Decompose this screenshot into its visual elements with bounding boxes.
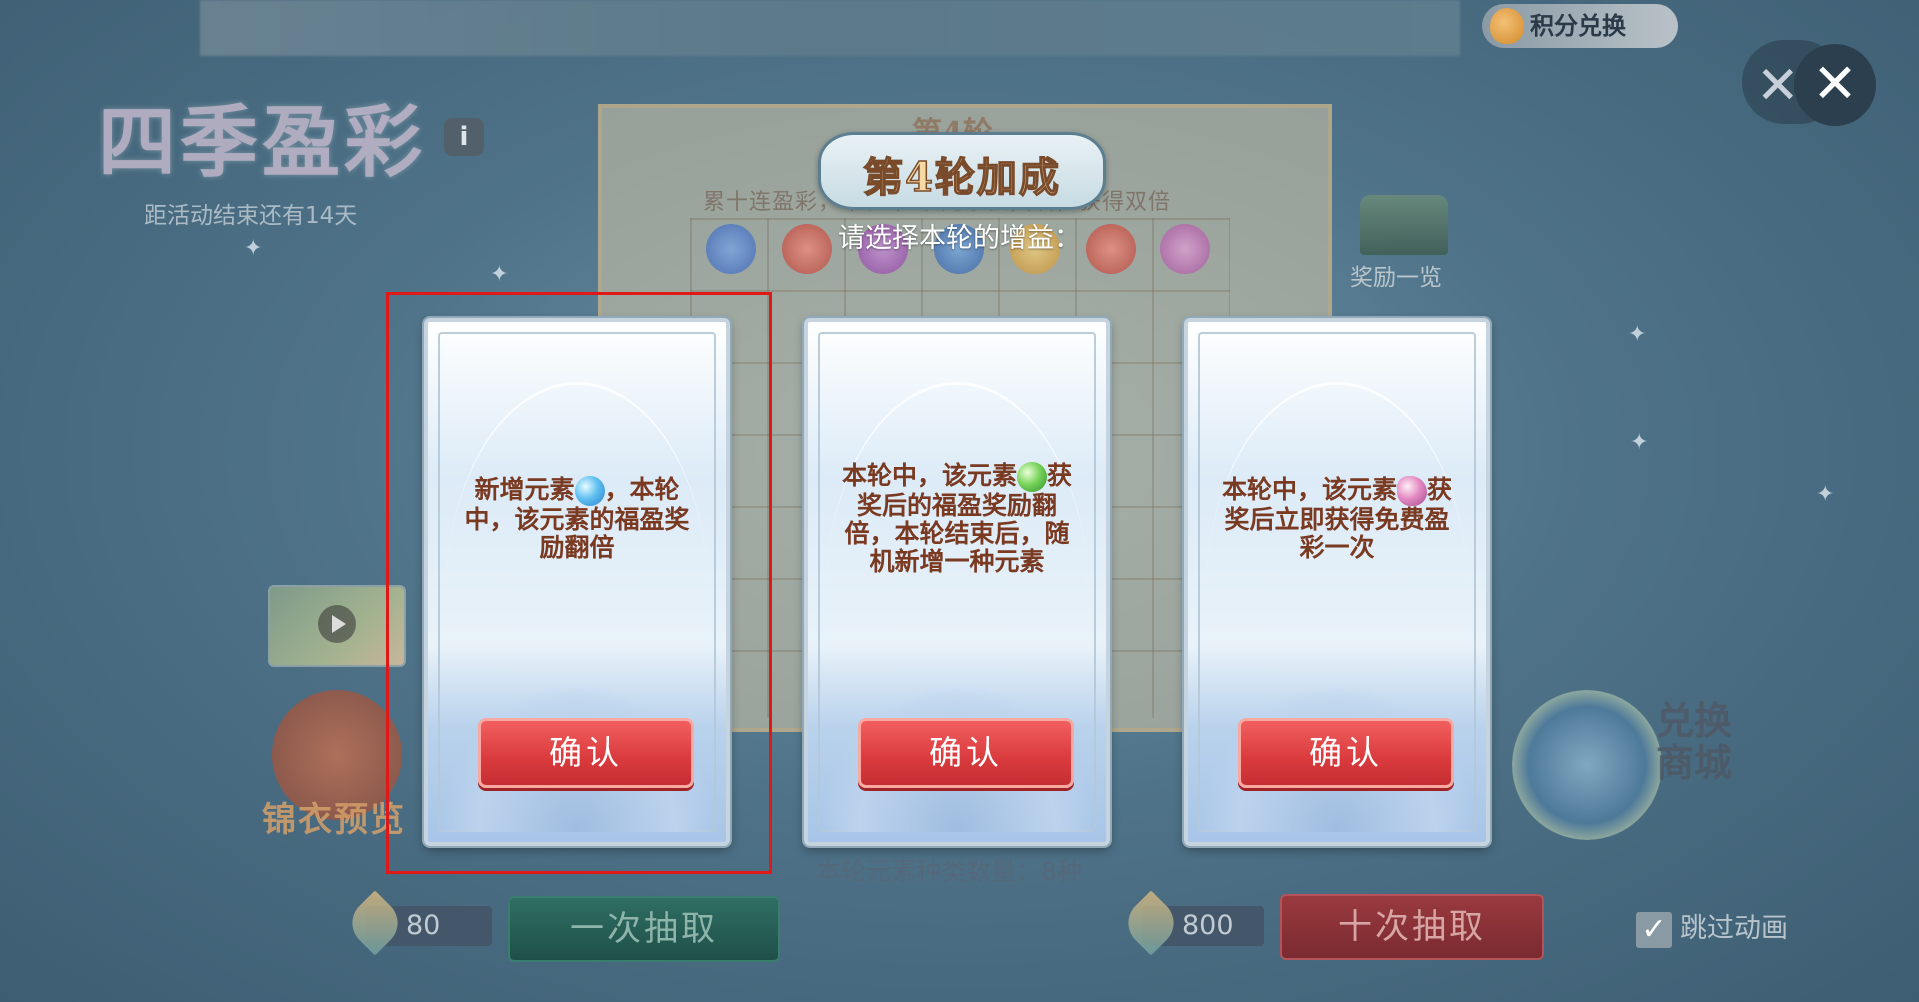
- pink-gem-icon: [1397, 476, 1427, 506]
- round-bonus-title: 第4轮加成: [862, 153, 1061, 202]
- sparkle-icon: ✦: [490, 262, 509, 287]
- event-title-logo: 四季盈彩: [98, 97, 427, 188]
- draw-once-button[interactable]: 一次抽取: [508, 896, 780, 962]
- exchange-shop-label[interactable]: 兑换商城: [1656, 700, 1736, 784]
- green-gem-icon: [1017, 462, 1047, 492]
- points-exchange-label: 积分兑换: [1530, 11, 1626, 40]
- cost-ten-value: 800: [1182, 910, 1234, 941]
- info-icon[interactable]: i: [444, 118, 484, 156]
- confirm-button[interactable]: 确认: [1238, 718, 1454, 788]
- exchange-shop-portal-icon[interactable]: [1512, 690, 1662, 840]
- sparkle-icon: ✦: [1630, 430, 1649, 455]
- draw-ten-button[interactable]: 十次抽取: [1280, 894, 1544, 960]
- buff-text-start: 本轮中，该元素: [1221, 475, 1397, 504]
- selection-highlight: [386, 292, 772, 874]
- skip-animation-label: 跳过动画: [1680, 913, 1788, 944]
- sparkle-icon: ✦: [1816, 482, 1835, 507]
- feather-currency-icon: [1118, 890, 1184, 956]
- cost-once: 80: [342, 890, 492, 956]
- buff-card-3[interactable]: 本轮中，该元素 获奖后立即获得免费盈彩一次 确认: [1184, 318, 1490, 846]
- checkbox-checked-icon[interactable]: ✓: [1636, 911, 1672, 948]
- buff-text-start: 本轮中，该元素: [841, 461, 1017, 490]
- game-screen: 四季盈彩 i 距活动结束还有14天 积分兑换 ✕ ✕ 第4轮 累十连盈彩，本轮中…: [0, 0, 1919, 1002]
- sparkle-icon: ✦: [1628, 322, 1647, 347]
- confirm-button[interactable]: 确认: [858, 718, 1074, 788]
- top-banner-strip: [200, 0, 1460, 56]
- coin-bag-icon: [1490, 8, 1524, 44]
- skip-animation-toggle[interactable]: ✓ 跳过动画: [1636, 906, 1788, 948]
- points-exchange-button[interactable]: 积分兑换: [1482, 4, 1678, 48]
- cost-once-value: 80: [406, 910, 441, 941]
- cost-ten: 800: [1118, 890, 1264, 956]
- play-icon[interactable]: [318, 605, 356, 643]
- outfit-preview-label[interactable]: 锦衣预览: [262, 792, 406, 841]
- modal-subtitle: 请选择本轮的增益：: [838, 223, 1081, 254]
- buff-card-2[interactable]: 本轮中，该元素 获奖后的福盈奖励翻倍，本轮结束后，随机新增一种元素 确认: [804, 318, 1110, 846]
- round-bonus-banner: 第4轮加成: [818, 132, 1106, 210]
- buff-card-text: 本轮中，该元素 获奖后的福盈奖励翻倍，本轮结束后，随机新增一种元素: [838, 462, 1076, 576]
- buff-card-text: 本轮中，该元素 获奖后立即获得免费盈彩一次: [1218, 476, 1456, 562]
- close-icon[interactable]: ✕: [1794, 44, 1876, 126]
- feather-currency-icon: [342, 890, 408, 956]
- reward-list-label[interactable]: 奖励一览: [1350, 258, 1442, 292]
- element-count-text: 本轮元素种类数量：8种: [816, 857, 1082, 886]
